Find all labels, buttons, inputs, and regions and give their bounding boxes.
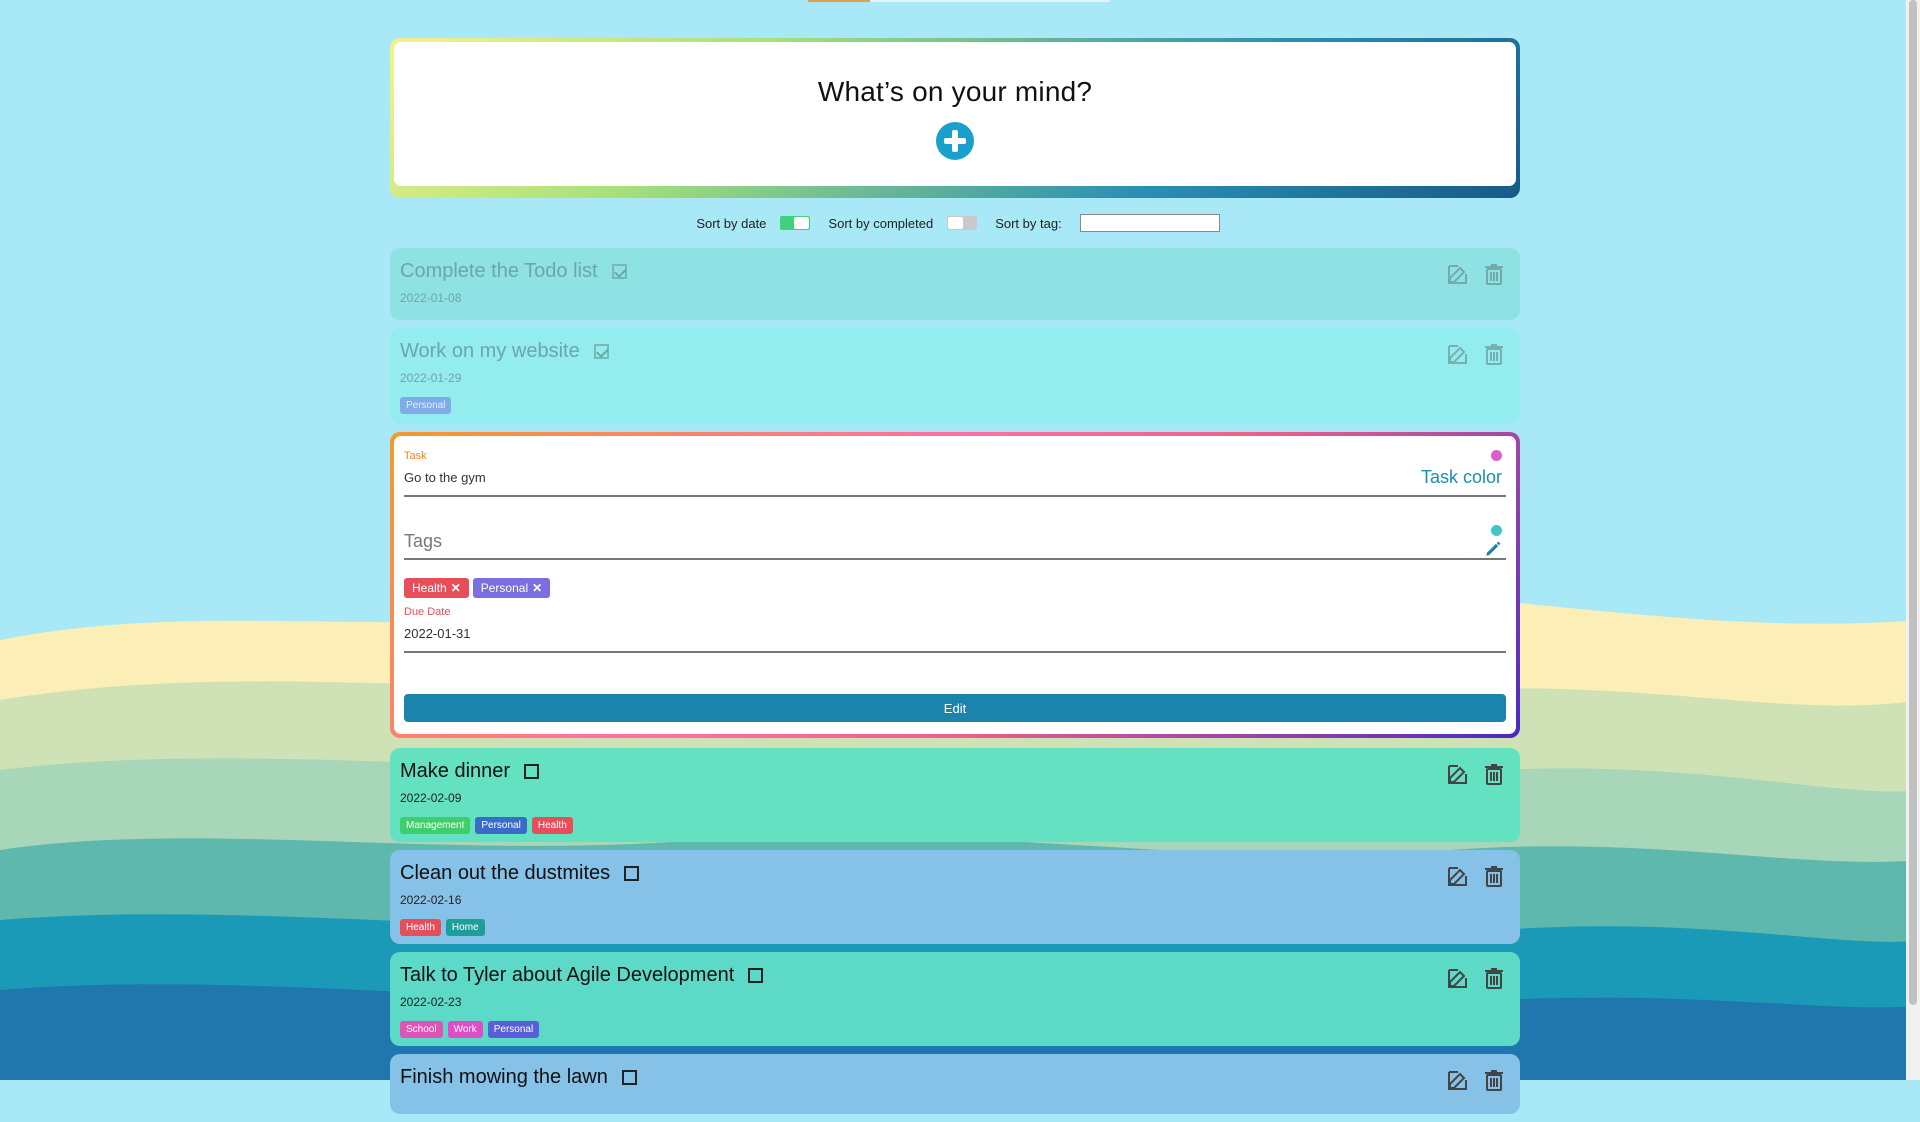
due-date-label: Due Date (404, 606, 451, 618)
submit-edit-button[interactable]: Edit (404, 694, 1506, 722)
edit-icon[interactable] (1446, 262, 1470, 286)
todo-date: 2022-02-16 (400, 893, 462, 907)
sort-by-completed-label: Sort by completed (828, 215, 934, 231)
todo-date: 2022-01-29 (400, 371, 462, 385)
tag-badge: Personal (475, 817, 527, 834)
todo-complete-checkbox[interactable] (748, 968, 764, 983)
edit-icon[interactable] (1446, 864, 1470, 888)
tag-badge: Home (445, 919, 485, 936)
trash-icon[interactable] (1482, 864, 1506, 888)
task-color-label[interactable]: Task color (1421, 467, 1502, 488)
tag-badge: Personal (400, 397, 452, 414)
add-todo-button[interactable] (936, 122, 974, 160)
todo-card: Complete the Todo list 2022-01-08 (390, 248, 1520, 320)
remove-tag-icon[interactable]: ✕ (451, 581, 461, 595)
trash-icon[interactable] (1482, 1068, 1506, 1092)
tag-badge: Health (531, 817, 573, 834)
trash-icon[interactable] (1482, 342, 1506, 366)
edit-icon[interactable] (1446, 966, 1470, 990)
todo-title: Work on my website (400, 340, 580, 362)
tag-color-dot[interactable] (1491, 525, 1502, 536)
top-indicator-active (808, 0, 870, 2)
trash-icon[interactable] (1482, 262, 1506, 286)
todo-complete-checkbox[interactable] (624, 866, 640, 881)
tag-chip: Personal ✕ (472, 578, 551, 598)
edit-icon[interactable] (1446, 342, 1470, 366)
todo-title: Make dinner (400, 760, 511, 782)
tag-chip: Health ✕ (404, 578, 469, 598)
todo-title: Finish mowing the lawn (400, 1066, 608, 1088)
todo-date: 2022-01-08 (400, 291, 462, 305)
task-label: Task (404, 450, 427, 462)
todo-card: Clean out the dustmites 2022-02-16 Healt… (390, 850, 1520, 944)
trash-icon[interactable] (1482, 762, 1506, 786)
sort-by-date-toggle[interactable] (780, 216, 811, 230)
due-date-input[interactable]: 2022-01-31 (404, 618, 1506, 651)
todo-title: Talk to Tyler about Agile Development (400, 964, 735, 986)
todo-card: Make dinner 2022-02-09 Management Person… (390, 748, 1520, 842)
edit-todo-form: Task Go to the gym Task color Tags Healt… (390, 432, 1520, 738)
trash-icon[interactable] (1482, 966, 1506, 990)
sort-by-completed-toggle[interactable] (947, 216, 978, 230)
todo-complete-checkbox[interactable] (524, 764, 540, 779)
sort-controls: Sort by date Sort by completed Sort by t… (390, 198, 1520, 248)
tag-badge: Health (400, 919, 441, 936)
pencil-icon[interactable] (1484, 540, 1502, 558)
page-title: What’s on your mind? (817, 76, 1093, 107)
tag-badge: School (400, 1021, 443, 1038)
edit-icon[interactable] (1446, 1068, 1470, 1092)
new-todo-panel: What’s on your mind? (390, 38, 1520, 198)
edit-icon[interactable] (1446, 762, 1470, 786)
sort-by-tag-label: Sort by tag: (995, 215, 1062, 231)
tags-input[interactable]: Tags (404, 505, 1506, 558)
todo-date: 2022-02-09 (400, 791, 462, 805)
tag-badge: Work (447, 1021, 483, 1038)
tag-badge: Management (400, 817, 471, 834)
todo-app: What’s on your mind? Sort by date Sort b… (390, 38, 1520, 1122)
todo-date: 2022-02-23 (400, 995, 462, 1009)
task-color-dot[interactable] (1491, 450, 1502, 461)
sort-by-date-label: Sort by date (696, 215, 767, 231)
task-input[interactable]: Go to the gym (404, 462, 1506, 495)
todo-card: Finish mowing the lawn (390, 1054, 1520, 1114)
todo-title: Complete the Todo list (400, 260, 598, 282)
scrollbar-thumb[interactable] (1909, 0, 1917, 1005)
todo-title: Clean out the dustmites (400, 862, 611, 884)
remove-tag-icon[interactable]: ✕ (532, 581, 542, 595)
todo-card: Work on my website 2022-01-29 Personal (390, 328, 1520, 424)
todo-complete-checkbox[interactable] (611, 264, 627, 279)
todo-complete-checkbox[interactable] (621, 1070, 637, 1085)
sort-by-tag-input[interactable] (1079, 214, 1220, 232)
tag-badge: Personal (487, 1021, 540, 1038)
todo-card: Talk to Tyler about Agile Development 20… (390, 952, 1520, 1046)
todo-complete-checkbox[interactable] (593, 344, 609, 359)
